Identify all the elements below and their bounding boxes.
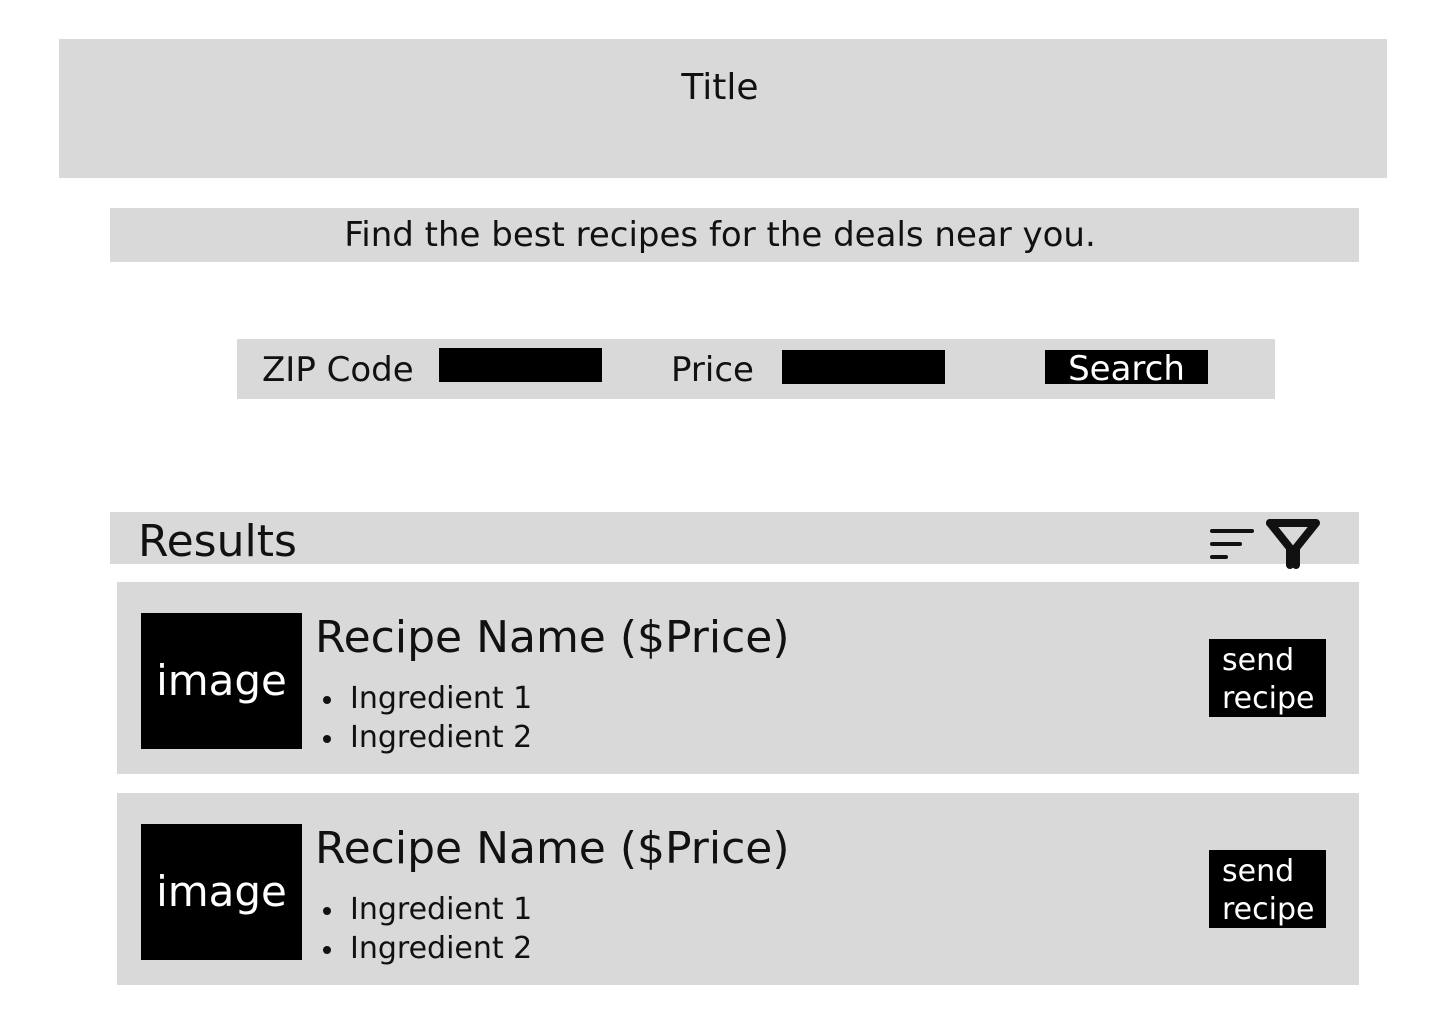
zip-code-label: ZIP Code xyxy=(262,350,414,390)
search-button[interactable]: Search xyxy=(1045,350,1208,388)
ingredient-item: Ingredient 2 xyxy=(315,929,532,968)
zip-code-input[interactable] xyxy=(439,348,602,382)
price-input[interactable] xyxy=(782,350,945,384)
ingredient-list: Ingredient 1 Ingredient 2 xyxy=(315,890,532,968)
results-bar xyxy=(110,512,1359,564)
price-label: Price xyxy=(671,350,754,390)
recipe-image: image xyxy=(141,824,302,960)
results-heading: Results xyxy=(138,516,297,567)
ingredient-item: Ingredient 1 xyxy=(315,679,532,718)
filter-icon[interactable] xyxy=(1265,518,1321,572)
recipe-image: image xyxy=(141,613,302,749)
sort-icon[interactable] xyxy=(1208,525,1256,563)
ingredient-list: Ingredient 1 Ingredient 2 xyxy=(315,679,532,757)
ingredient-item: Ingredient 2 xyxy=(315,718,532,757)
recipe-name: Recipe Name ($Price) xyxy=(315,612,790,663)
send-recipe-button[interactable]: send recipe xyxy=(1209,639,1326,717)
recipe-card: image Recipe Name ($Price) Ingredient 1 … xyxy=(117,793,1359,985)
recipe-card: image Recipe Name ($Price) Ingredient 1 … xyxy=(117,582,1359,774)
tagline: Find the best recipes for the deals near… xyxy=(344,215,1096,255)
send-recipe-button[interactable]: send recipe xyxy=(1209,850,1326,928)
ingredient-item: Ingredient 1 xyxy=(315,890,532,929)
header-bar xyxy=(59,39,1387,178)
recipe-name: Recipe Name ($Price) xyxy=(315,823,790,874)
page-title: Title xyxy=(681,67,759,108)
